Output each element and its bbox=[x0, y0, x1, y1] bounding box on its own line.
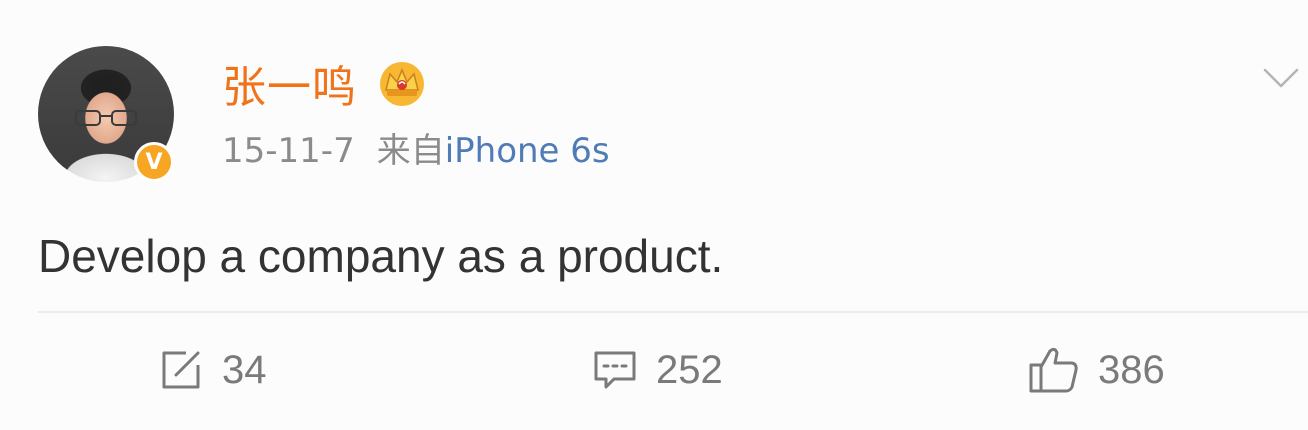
like-button[interactable]: 386 bbox=[1028, 344, 1165, 396]
username[interactable]: 张一鸣 bbox=[222, 58, 357, 118]
repost-count: 34 bbox=[222, 347, 267, 392]
verified-badge-icon: V bbox=[134, 142, 174, 182]
comment-button[interactable]: 252 bbox=[592, 344, 723, 396]
post-meta: 15-11-7 来自iPhone 6s bbox=[222, 130, 610, 172]
comment-icon bbox=[594, 351, 636, 389]
chevron-down-icon[interactable] bbox=[1262, 64, 1300, 92]
comment-count: 252 bbox=[656, 347, 723, 392]
repost-icon bbox=[162, 351, 200, 389]
post-date: 15-11-7 bbox=[222, 131, 355, 171]
source-device-link[interactable]: iPhone 6s bbox=[445, 131, 610, 171]
repost-button[interactable]: 34 bbox=[158, 344, 267, 396]
weibo-post-card: V 张一鸣 15-11-7 来自iPhone 6s Develop a compa… bbox=[0, 0, 1308, 430]
post-body-text: Develop a company as a product. bbox=[38, 230, 724, 282]
thumbs-up-icon bbox=[1029, 347, 1078, 393]
crown-icon[interactable] bbox=[378, 60, 426, 108]
like-count: 386 bbox=[1098, 347, 1165, 392]
divider bbox=[38, 311, 1308, 313]
glasses-detail bbox=[75, 110, 137, 126]
source-prefix: 来自 bbox=[376, 131, 445, 171]
